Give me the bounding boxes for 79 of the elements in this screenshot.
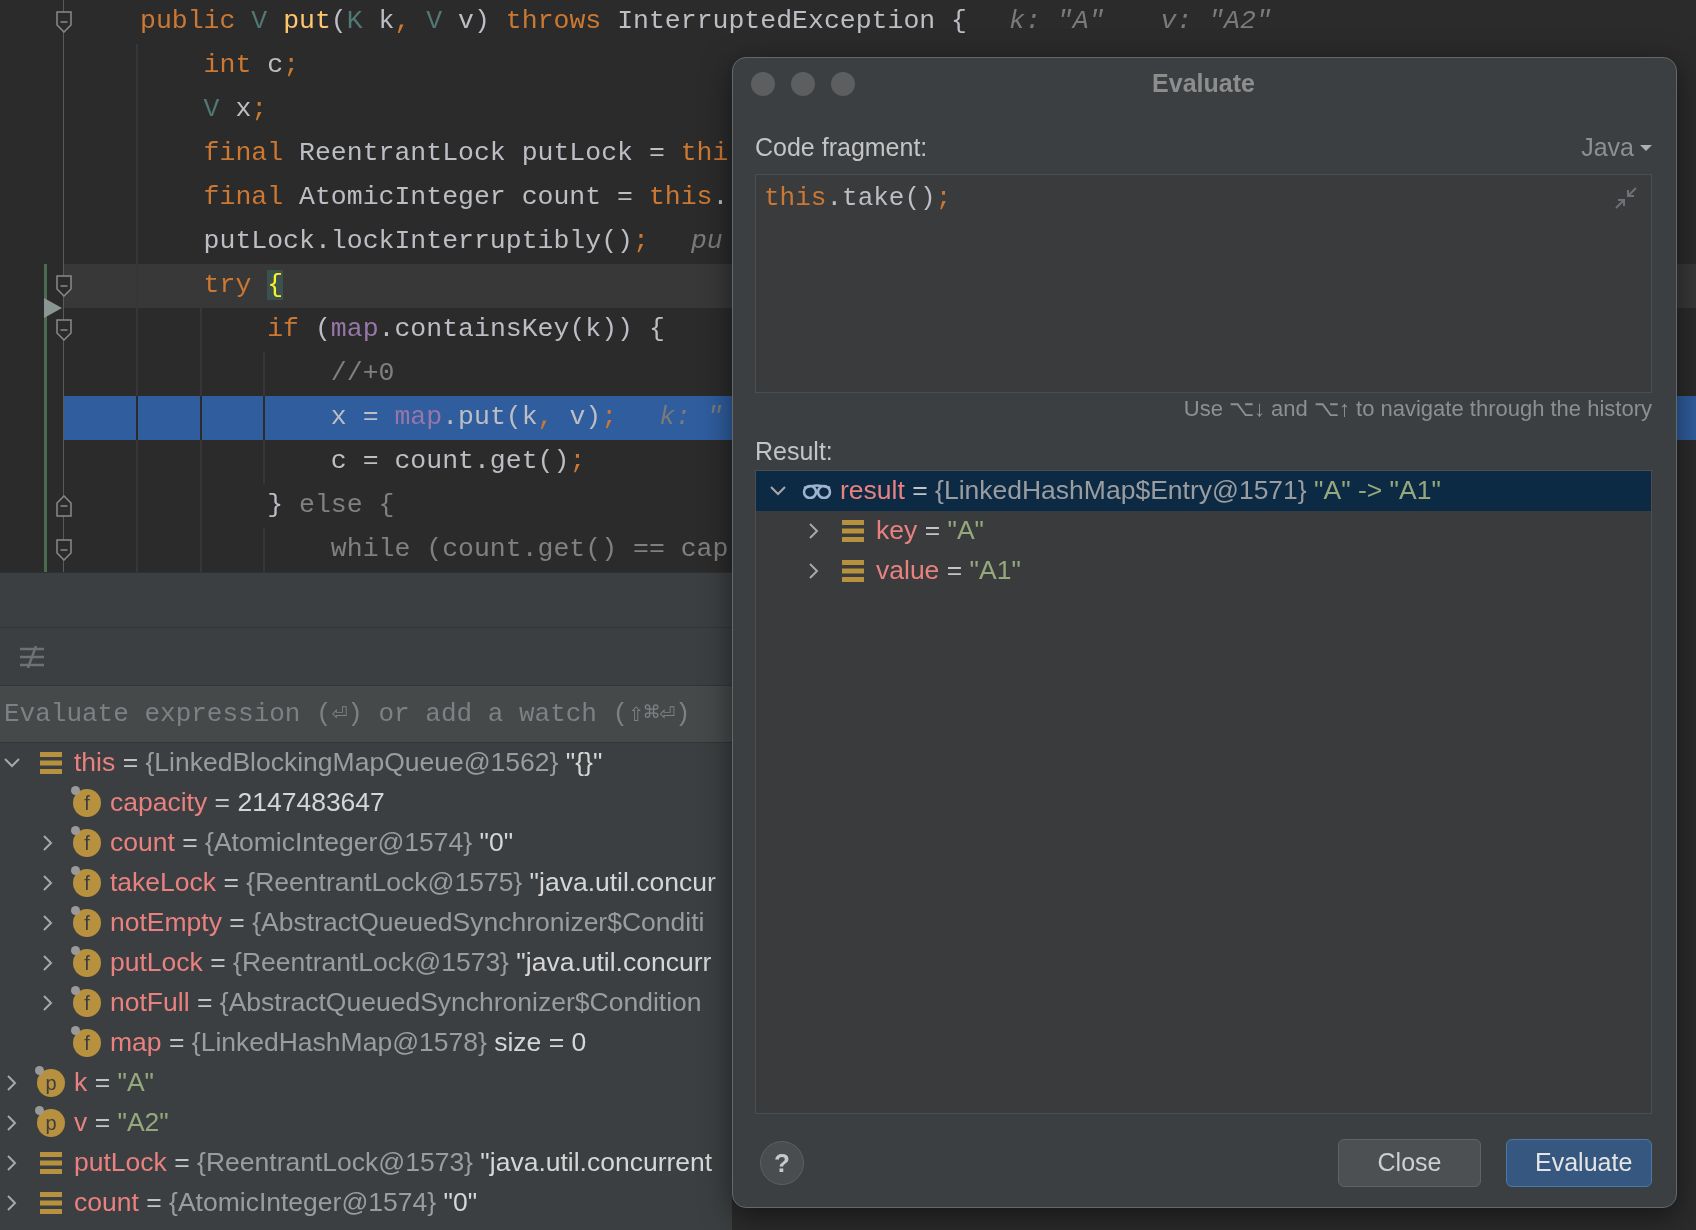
code-line: if (map.containsKey(k)) {	[266, 313, 665, 347]
type-badge: f	[73, 789, 101, 817]
history-hint: Use ⌥↓ and ⌥↑ to navigate through the history	[1183, 394, 1652, 423]
dialog-title: Evaluate	[1152, 68, 1255, 100]
inline-hint: v: "A2"	[1160, 5, 1272, 39]
tree-row[interactable]: f notEmpty = {AbstractQueuedSynchronizer$Conditi	[0, 903, 732, 943]
stack-icon	[842, 520, 864, 543]
code-line: } else {	[266, 489, 395, 523]
stack-icon	[40, 1192, 62, 1214]
variable-text: map = {LinkedHashMap@1578} size = 0	[110, 1026, 587, 1060]
fold-icon[interactable]	[56, 319, 73, 341]
tree-row[interactable]: f notFull = {AbstractQueuedSynchronizer$Condition	[0, 983, 732, 1023]
code-line: int c;	[202, 49, 300, 83]
fold-icon[interactable]	[56, 539, 73, 561]
type-badge: f	[73, 1029, 101, 1057]
variable-text: notEmpty = {AbstractQueuedSynchronizer$Conditi	[110, 906, 705, 940]
type-badge: f	[73, 909, 101, 937]
type-badge: f	[73, 829, 101, 857]
tree-row[interactable]: p v = "A2"	[0, 1103, 732, 1143]
tree-row[interactable]: result = {LinkedHashMap$Entry@1571} "A" -> "A1"	[756, 471, 1651, 512]
inline-hint: k: "A"	[1009, 5, 1105, 39]
fold-icon[interactable]	[56, 11, 73, 33]
tree-row[interactable]: f count = {AtomicInteger@1574} "0"	[0, 823, 732, 863]
inline-hint: k: "	[659, 401, 723, 435]
language-dropdown[interactable]: Java	[1581, 129, 1652, 167]
caret-icon	[1640, 144, 1652, 151]
stack-icon	[40, 1152, 62, 1174]
code-line: c = count.get();	[329, 445, 586, 479]
inline-hint: pu	[690, 225, 723, 259]
glasses-icon	[802, 483, 832, 500]
variable-text: this = {LinkedBlockingMapQueue@1562} "{}"	[74, 746, 603, 780]
type-badge: f	[73, 949, 101, 977]
tree-row[interactable]: f capacity = 2147483647	[0, 783, 732, 823]
help-button[interactable]: ?	[760, 1141, 804, 1185]
result-label: Result:	[755, 435, 833, 467]
code-line: x = map.put(k, v);	[329, 401, 618, 435]
variable-text: k = "A"	[74, 1066, 154, 1100]
variable-text: putLock = {ReentrantLock@1573} "java.util.concurr	[110, 946, 712, 980]
code-fragment-field[interactable]: this.take();	[755, 173, 1652, 394]
close-button[interactable]: Close	[1338, 1139, 1481, 1187]
variable-text: takeLock = {ReentrantLock@1575} "java.util.concur	[110, 866, 716, 900]
code-line: //+0	[329, 357, 395, 391]
variable-text: count = {AtomicInteger@1574} "0"	[110, 826, 514, 860]
tree-row[interactable]: f putLock = {ReentrantLock@1573} "java.util.concurr	[0, 943, 732, 983]
code-line: final ReentrantLock putLock = thi	[202, 137, 729, 171]
type-badge: p	[37, 1069, 65, 1097]
variable-text: notFull = {AbstractQueuedSynchronizer$Condition	[110, 986, 702, 1020]
code-line: putLock.lockInterruptibly();	[202, 225, 649, 259]
tree-row[interactable]: putLock = {ReentrantLock@1573} "java.util.concurrent	[0, 1143, 732, 1183]
fold-icon[interactable]	[56, 495, 73, 517]
type-badge: f	[73, 989, 101, 1017]
variable-text: v = "A2"	[74, 1106, 169, 1140]
variable-text: putLock = {ReentrantLock@1573} "java.util.concurrent	[74, 1146, 713, 1180]
type-badge: f	[73, 869, 101, 897]
evaluate-button[interactable]: Evaluate	[1506, 1139, 1652, 1187]
code-line: try {	[202, 269, 284, 303]
code-fragment-label: Code fragment:	[755, 132, 928, 164]
type-badge: p	[37, 1109, 65, 1137]
watch-field[interactable]: Evaluate expression (⏎) or add a watch (⇧⌘⏎)	[0, 685, 732, 743]
stack-icon	[842, 560, 864, 583]
collapse-icon[interactable]	[1615, 186, 1637, 209]
code-line: final AtomicInteger count = this.	[202, 181, 729, 215]
tree-row[interactable]: value = "A1"	[756, 551, 1651, 592]
tree-row[interactable]: this = {LinkedBlockingMapQueue@1562} "{}"	[0, 743, 732, 783]
variable-text: count = {AtomicInteger@1574} "0"	[74, 1186, 478, 1220]
variable-text: key = "A"	[876, 514, 984, 548]
tree-row[interactable]: count = {AtomicInteger@1574} "0"	[0, 1183, 732, 1223]
tree-row[interactable]: p k = "A"	[0, 1063, 732, 1103]
code-line: public V put(K k, V v) throws InterruptedException {	[140, 5, 967, 39]
tree-row[interactable]: f takeLock = {ReentrantLock@1575} "java.util.concur	[0, 863, 732, 903]
code-line: while (count.get() == cap	[329, 533, 729, 567]
fold-icon[interactable]	[56, 275, 73, 297]
variable-text: result = {LinkedHashMap$Entry@1571} "A" -> "A1"	[840, 474, 1441, 508]
code-line: V x;	[202, 93, 268, 127]
tree-row[interactable]: key = "A"	[756, 511, 1651, 552]
variable-text: capacity = 2147483647	[110, 786, 385, 820]
tree-row[interactable]: f map = {LinkedHashMap@1578} size = 0	[0, 1023, 732, 1063]
stack-icon	[40, 752, 62, 774]
variable-text: value = "A1"	[876, 554, 1021, 588]
